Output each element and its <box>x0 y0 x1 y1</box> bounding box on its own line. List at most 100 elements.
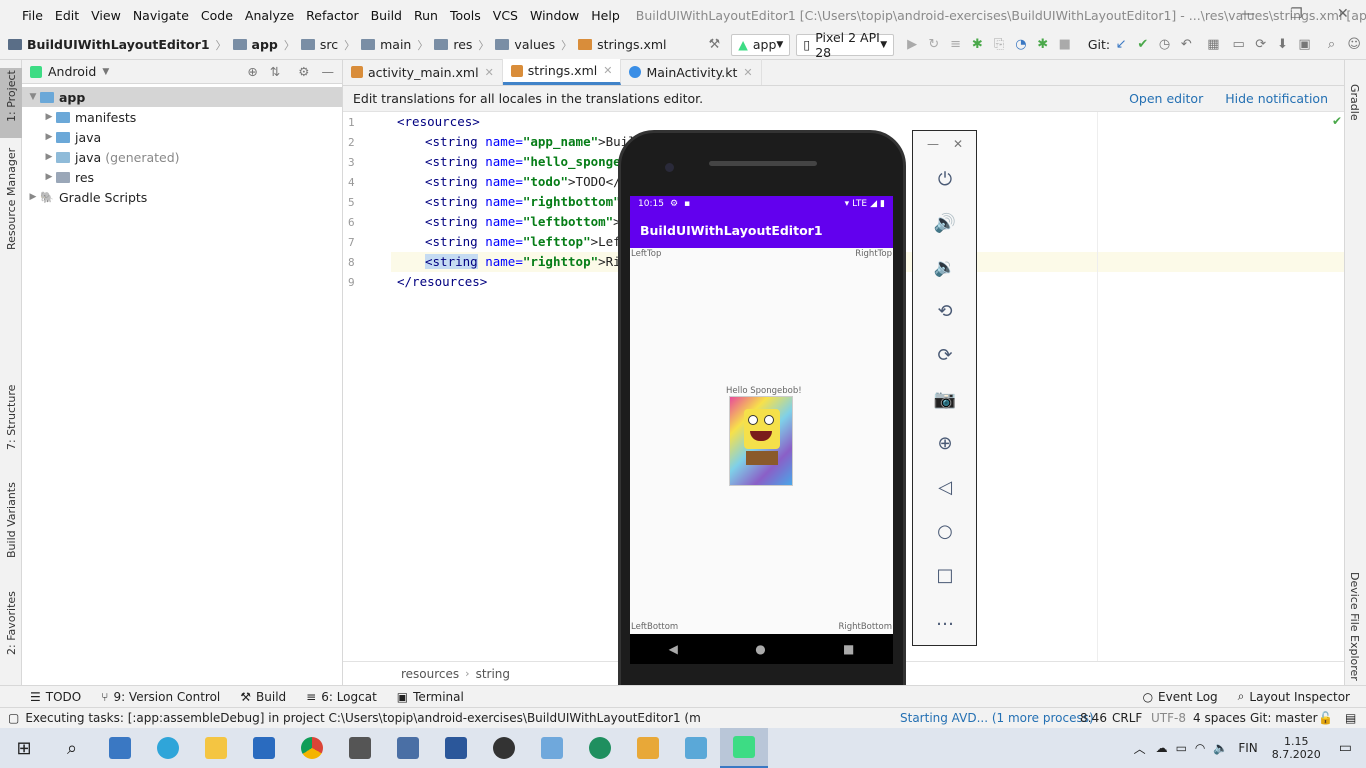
menu-navigate[interactable]: Navigate <box>127 8 195 23</box>
recents-nav-icon[interactable]: ■ <box>843 642 854 656</box>
menu-build[interactable]: Build <box>365 8 408 23</box>
event-log-tab[interactable]: ○ Event Log <box>1143 690 1218 704</box>
layout-inspector-tab[interactable]: ⌕ Layout Inspector <box>1238 689 1350 704</box>
minimize-icon[interactable]: — <box>1241 6 1255 22</box>
git-commit-icon[interactable]: ✔ <box>1137 37 1149 53</box>
tree-item-gradle-scripts[interactable]: ▶ 🐘 Gradle Scripts <box>22 187 342 207</box>
open-editor-link[interactable]: Open editor <box>1129 91 1203 106</box>
avd-status[interactable]: Starting AVD... (1 more process) <box>900 711 1094 725</box>
volume-up-icon[interactable]: 🔊 <box>933 211 957 235</box>
collapse-all-icon[interactable]: ⇅ <box>270 64 280 79</box>
tab-strings-xml[interactable]: strings.xml ✕ <box>502 59 622 85</box>
logcat-tab[interactable]: ≡ 6: Logcat <box>306 690 377 704</box>
taskbar-xbox[interactable] <box>480 728 528 768</box>
collapsed-icon[interactable]: ▶ <box>42 112 56 122</box>
layout-inspector-icon[interactable]: ▣ <box>1298 37 1310 53</box>
gear-icon[interactable]: ⚙ <box>298 64 309 79</box>
file-encoding[interactable]: UTF-8 <box>1151 711 1186 725</box>
menu-analyze[interactable]: Analyze <box>239 8 300 23</box>
taskbar-explorer[interactable] <box>192 728 240 768</box>
inspection-ok-icon[interactable]: ✔ <box>1332 114 1342 128</box>
chevron-down-icon[interactable]: ▼ <box>102 67 109 77</box>
minimize-emulator-icon[interactable]: — <box>927 137 939 151</box>
close-tab-icon[interactable]: ✕ <box>603 64 612 77</box>
collapsed-icon[interactable]: ▶ <box>42 172 56 182</box>
search-button[interactable]: ⌕ <box>48 728 96 768</box>
home-nav-icon[interactable]: ● <box>755 642 765 656</box>
start-button[interactable]: ⊞ <box>0 728 48 768</box>
taskbar-git-app[interactable] <box>624 728 672 768</box>
volume-down-icon[interactable]: 🔉 <box>933 255 957 279</box>
stop-icon[interactable]: ■ <box>1059 37 1071 53</box>
camera-icon[interactable]: 📷 <box>933 387 957 411</box>
close-tab-icon[interactable]: ✕ <box>743 66 752 79</box>
sdk-manager-icon[interactable]: ⬇ <box>1277 37 1289 53</box>
todo-tab[interactable]: ☰ TODO <box>30 690 81 704</box>
build-tab[interactable]: ⚒ Build <box>240 690 286 704</box>
menu-vcs[interactable]: VCS <box>487 8 524 23</box>
crumb-strings-xml[interactable]: strings.xml <box>597 37 666 52</box>
memory-icon[interactable]: ▤ <box>1345 711 1356 725</box>
locate-icon[interactable]: ⊕ <box>247 64 257 79</box>
build-variants-tab[interactable]: Build Variants <box>5 482 18 558</box>
volume-icon[interactable]: 🔈 <box>1213 741 1228 755</box>
menu-help[interactable]: Help <box>585 8 626 23</box>
tree-item-manifests[interactable]: ▶ manifests <box>22 107 342 127</box>
taskbar-maps[interactable] <box>576 728 624 768</box>
collapsed-icon[interactable]: ▶ <box>42 132 56 142</box>
collapsed-icon[interactable]: ▶ <box>26 192 40 202</box>
taskbar-notes[interactable] <box>528 728 576 768</box>
taskbar-chrome[interactable] <box>288 728 336 768</box>
onedrive-icon[interactable]: ☁ <box>1156 741 1168 755</box>
taskbar-edge[interactable] <box>144 728 192 768</box>
battery-icon[interactable]: ▭ <box>1176 741 1187 755</box>
avd-manager-icon[interactable]: ▭ <box>1233 37 1245 53</box>
zoom-icon[interactable]: ⊕ <box>933 431 957 455</box>
project-structure-icon[interactable]: ▦ <box>1207 37 1219 53</box>
menu-refactor[interactable]: Refactor <box>300 8 364 23</box>
menu-run[interactable]: Run <box>408 8 444 23</box>
overview-icon[interactable]: □ <box>933 563 957 587</box>
emulator-screen[interactable]: LeftTop RightTop Hello Spongebob! LeftBo… <box>630 196 893 634</box>
line-separator[interactable]: CRLF <box>1112 711 1142 725</box>
chevron-up-icon[interactable]: ︿ <box>1134 740 1146 757</box>
tab-activity-main[interactable]: activity_main.xml ✕ <box>343 59 503 85</box>
back-icon[interactable]: ◁ <box>933 475 957 499</box>
apply-code-changes-icon[interactable]: ≡ <box>950 37 962 53</box>
tree-item-app[interactable]: ▼ app <box>22 87 342 107</box>
structure-tab[interactable]: 7: Structure <box>5 385 18 450</box>
lock-icon[interactable]: 🔓 <box>1318 711 1333 725</box>
indent-setting[interactable]: 4 spaces <box>1193 711 1246 725</box>
favorites-tab[interactable]: 2: Favorites <box>5 591 18 655</box>
crumb-values[interactable]: values <box>514 37 555 52</box>
menu-edit[interactable]: Edit <box>49 8 85 23</box>
power-icon[interactable]: ⏻ <box>933 167 957 191</box>
taskbar-mail[interactable] <box>240 728 288 768</box>
maximize-icon[interactable]: ❐ <box>1290 6 1303 22</box>
user-icon[interactable]: ☺ <box>1347 37 1361 53</box>
profile-icon[interactable]: ◔ <box>1015 37 1027 53</box>
run-icon[interactable]: ▶ <box>906 37 918 53</box>
back-nav-icon[interactable]: ◀ <box>669 642 678 656</box>
status-icon[interactable]: ▢ <box>8 711 19 725</box>
sync-gradle-icon[interactable]: ⟳ <box>1255 37 1267 53</box>
wifi-icon[interactable]: ◠ <box>1195 741 1205 755</box>
gradle-tab[interactable]: Gradle <box>1348 84 1361 121</box>
taskbar-calculator[interactable] <box>384 728 432 768</box>
apply-changes-icon[interactable]: ↻ <box>928 37 940 53</box>
git-rollback-icon[interactable]: ↶ <box>1180 37 1192 53</box>
tree-item-java-generated[interactable]: ▶ java (generated) <box>22 147 342 167</box>
menu-view[interactable]: View <box>85 8 127 23</box>
close-tab-icon[interactable]: ✕ <box>485 66 494 79</box>
crumb-app[interactable]: app <box>252 37 278 52</box>
hide-panel-icon[interactable]: — <box>322 64 335 79</box>
tree-item-res[interactable]: ▶ res <box>22 167 342 187</box>
taskbar-git-app-2[interactable] <box>672 728 720 768</box>
tree-item-java[interactable]: ▶ java <box>22 127 342 147</box>
git-branch[interactable]: Git: master <box>1250 711 1318 725</box>
clock[interactable]: 1.15 8.7.2020 <box>1272 735 1321 761</box>
editor-crumb-string[interactable]: string <box>476 667 510 681</box>
search-icon[interactable]: ⌕ <box>1326 37 1338 53</box>
taskbar-word[interactable] <box>432 728 480 768</box>
device-file-explorer-tab[interactable]: Device File Explorer <box>1348 572 1361 681</box>
